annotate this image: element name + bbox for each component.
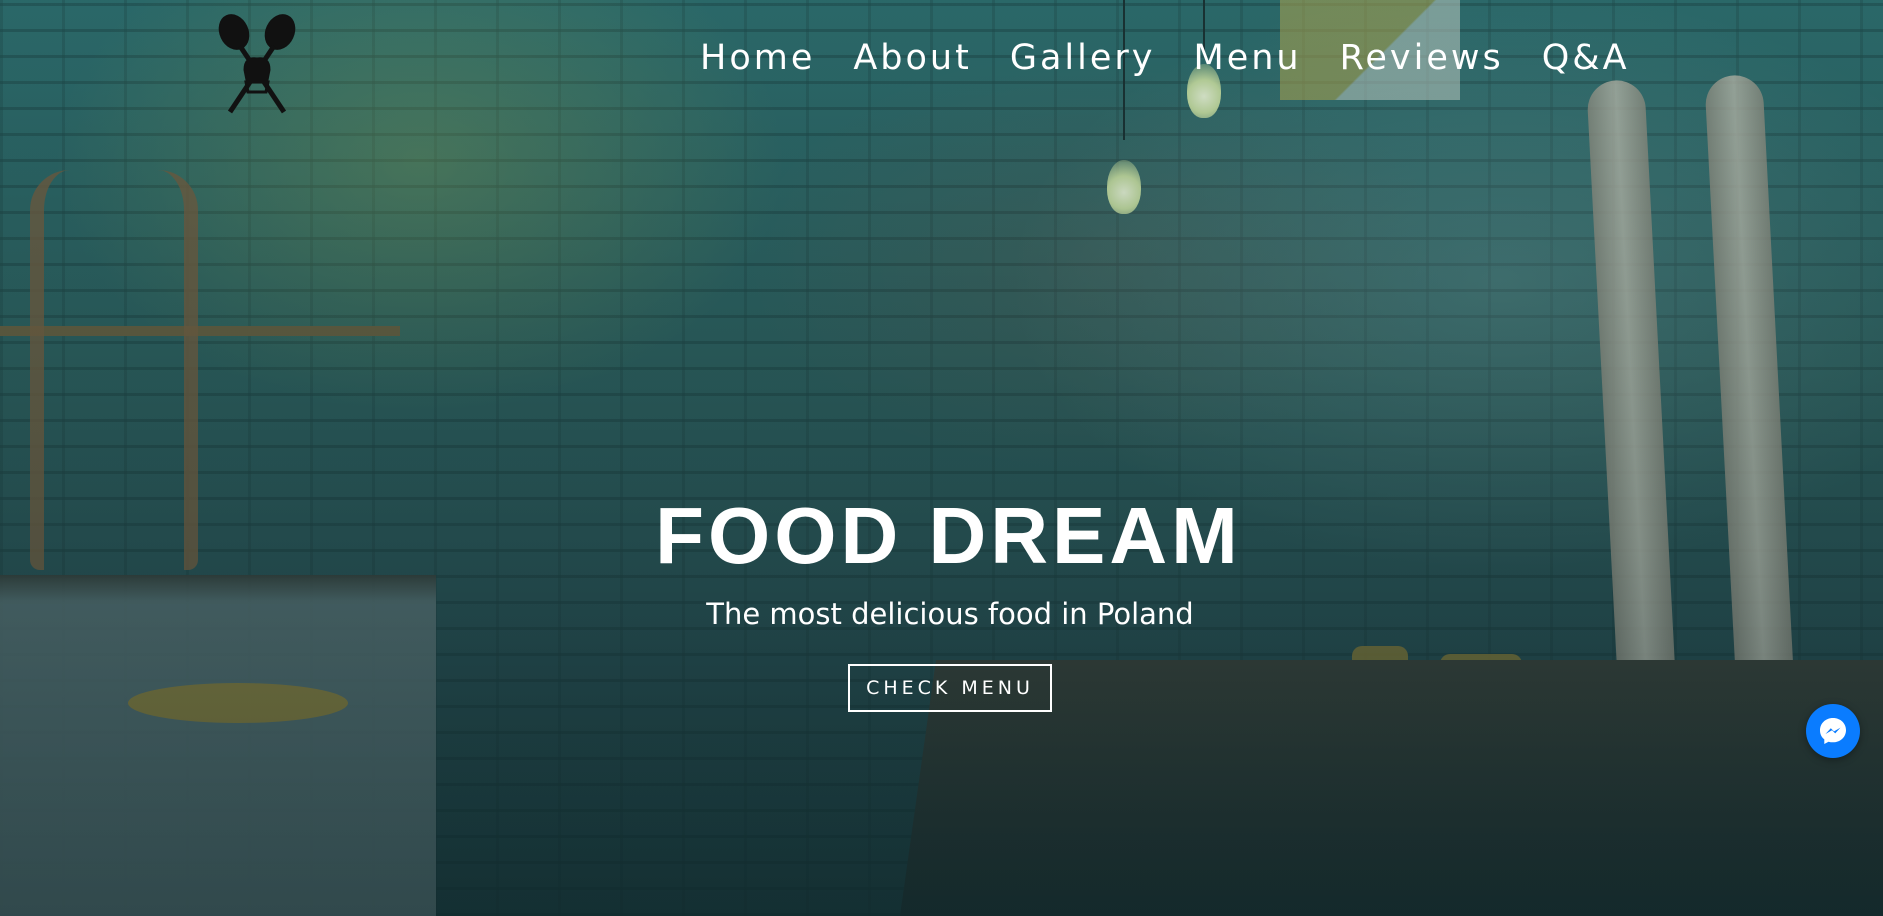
logo[interactable] (214, 8, 300, 118)
nav-link-qa[interactable]: Q&A (1542, 38, 1630, 78)
nav-link-gallery[interactable]: Gallery (1010, 38, 1156, 78)
hero-title: FOOD DREAM (655, 491, 1242, 580)
main-navigation: Home About Gallery Menu Reviews Q&A (700, 38, 1630, 78)
nav-link-menu[interactable]: Menu (1194, 38, 1302, 78)
messenger-icon (1820, 718, 1846, 744)
nav-link-reviews[interactable]: Reviews (1340, 38, 1504, 78)
hero-subtitle: The most delicious food in Poland (706, 597, 1194, 631)
hero-section: Home About Gallery Menu Reviews Q&A FOOD… (0, 0, 1883, 916)
color-overlay (0, 0, 1883, 916)
nav-link-home[interactable]: Home (700, 38, 815, 78)
nav-link-about[interactable]: About (853, 38, 971, 78)
messenger-chat-button[interactable] (1806, 704, 1860, 758)
crossed-spoons-chef-hat-icon (218, 14, 296, 114)
check-menu-button[interactable]: CHECK MENU (848, 664, 1052, 712)
